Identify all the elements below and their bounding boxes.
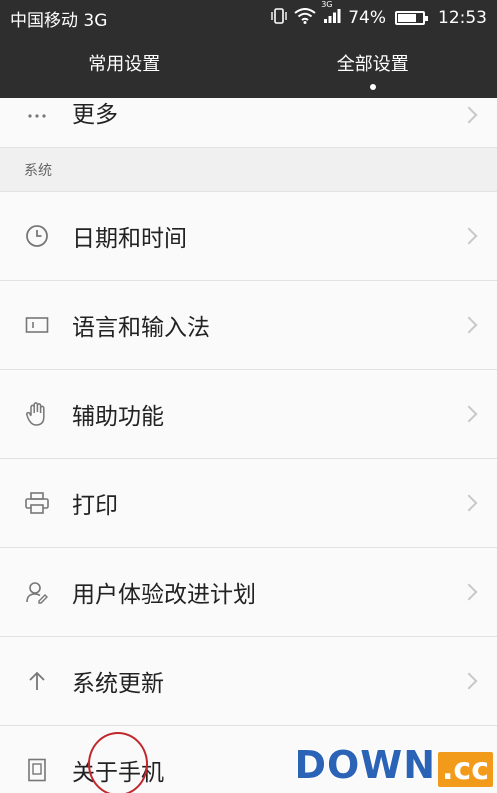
battery-icon bbox=[395, 11, 428, 25]
watermark-logo: DOWN .cc bbox=[294, 743, 493, 787]
list-item-label: 日期和时间 bbox=[72, 226, 187, 252]
wifi-icon bbox=[294, 7, 316, 29]
tab-all-settings[interactable]: 全部设置 bbox=[249, 36, 497, 98]
user-icon bbox=[24, 579, 50, 605]
list-item-user-experience[interactable]: 用户体验改进计划 bbox=[0, 548, 497, 637]
section-header-system: 系统 bbox=[0, 148, 497, 192]
battery-percent: 74% bbox=[348, 8, 386, 28]
list-item-label: 系统更新 bbox=[72, 671, 164, 697]
keyboard-icon bbox=[24, 312, 50, 338]
list-item-label: 辅助功能 bbox=[72, 404, 164, 430]
watermark-main: DOWN bbox=[294, 743, 437, 787]
status-icons: 3G 74% 12:53 bbox=[271, 0, 487, 30]
network-type-label: 3G bbox=[321, 0, 333, 9]
red-circle-annotation bbox=[88, 732, 148, 793]
watermark-suffix: .cc bbox=[438, 752, 493, 787]
active-tab-indicator bbox=[369, 84, 376, 90]
tab-label: 全部设置 bbox=[336, 54, 409, 75]
carrier-label: 中国移动 3G bbox=[10, 10, 108, 31]
list-item-label: 用户体验改进计划 bbox=[72, 582, 256, 608]
hand-icon bbox=[24, 401, 50, 427]
tab-common-settings[interactable]: 常用设置 bbox=[0, 36, 249, 98]
list-item-accessibility[interactable]: 辅助功能 bbox=[0, 370, 497, 459]
list-item-language-input[interactable]: 语言和输入法 bbox=[0, 281, 497, 370]
battery-fill bbox=[398, 14, 416, 22]
clock-time: 12:53 bbox=[438, 8, 487, 28]
phone-icon bbox=[24, 757, 50, 783]
printer-icon bbox=[24, 490, 50, 516]
list-item-label: 语言和输入法 bbox=[72, 315, 210, 341]
tab-label: 常用设置 bbox=[88, 54, 161, 75]
vibrate-icon bbox=[271, 7, 287, 30]
more-dots-icon bbox=[24, 103, 50, 129]
list-item-label: 更多 bbox=[72, 102, 118, 128]
clock-icon bbox=[24, 223, 50, 249]
list-item-date-time[interactable]: 日期和时间 bbox=[0, 192, 497, 281]
list-item-more[interactable]: 更多 bbox=[0, 98, 497, 148]
settings-tabbar: 常用设置 全部设置 bbox=[0, 36, 497, 98]
status-bar: 中国移动 3G 3G 74% 12:53 bbox=[0, 0, 497, 36]
list-item-label: 打印 bbox=[72, 493, 118, 519]
settings-list: 更多 系统 日期和时间 语言和输入法 辅助功能 打印 用户体验改进计划 系统更新… bbox=[0, 98, 497, 793]
list-item-system-update[interactable]: 系统更新 bbox=[0, 637, 497, 726]
list-item-print[interactable]: 打印 bbox=[0, 459, 497, 548]
arrow-up-icon bbox=[24, 668, 50, 694]
signal-icon: 3G bbox=[321, 0, 341, 29]
